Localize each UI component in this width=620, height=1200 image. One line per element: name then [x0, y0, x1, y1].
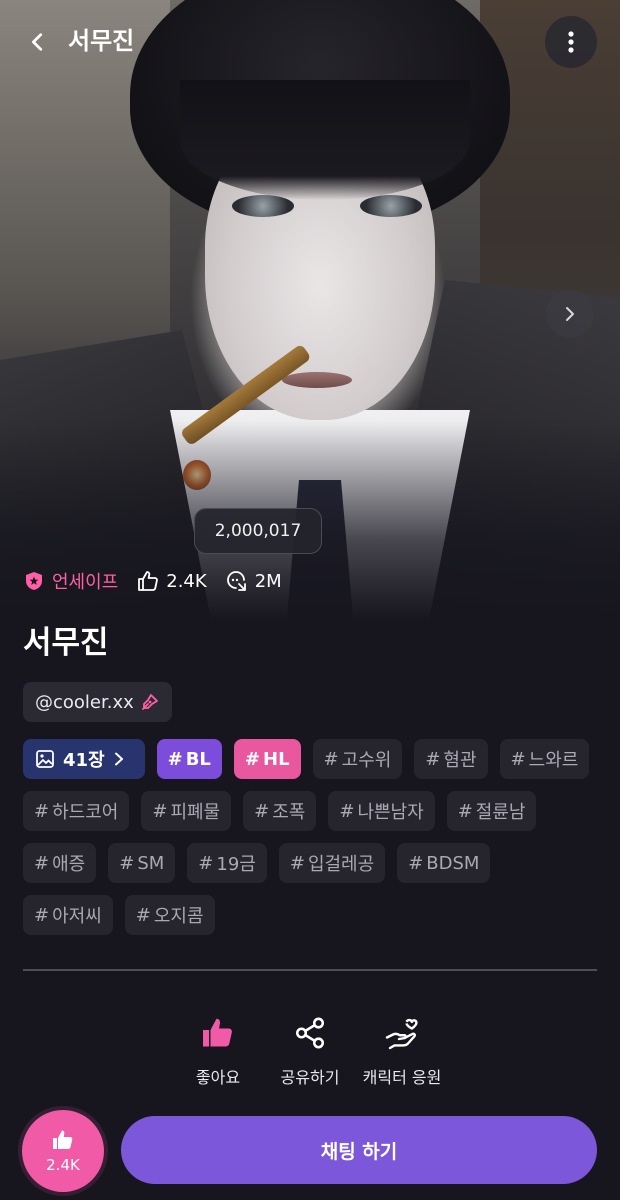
start-chat-button[interactable]: 채팅 하기 — [121, 1116, 597, 1184]
tag-item[interactable]: # 고수위 — [312, 739, 403, 779]
chevron-right-icon — [566, 307, 574, 321]
share-label: 공유하기 — [280, 1068, 340, 1087]
tag-label: HL — [263, 748, 290, 770]
tag-item[interactable]: # 오지콤 — [124, 895, 215, 935]
like-label: 좋아요 — [195, 1068, 241, 1087]
tag-list: 41장 # BL # HL # 고수위 # 혐관 # 느와르 # 하드코어 # 피폐물 # 조폭… — [23, 739, 603, 947]
image-count: 41장 — [63, 750, 105, 771]
chevron-right-icon — [114, 752, 123, 766]
tag-item[interactable]: # SM — [108, 843, 176, 883]
tag-label: SM — [137, 852, 165, 874]
support-label: 캐릭터 응원 — [362, 1068, 442, 1087]
section-divider — [23, 969, 597, 971]
tag-item[interactable]: # 절륜남 — [446, 791, 537, 831]
support-action-button[interactable]: 캐릭터 응원 — [347, 1012, 457, 1088]
next-image-button[interactable] — [546, 290, 594, 338]
more-vertical-icon — [568, 31, 574, 53]
tag-label: 느와르 — [528, 750, 579, 771]
page-title: 서무진 — [68, 27, 135, 55]
thumbs-up-outline-icon — [138, 571, 159, 591]
chevron-left-icon — [32, 33, 43, 51]
like-floating-count: 2.4K — [46, 1156, 80, 1174]
image-icon — [36, 750, 54, 768]
view-counter: 2,000,017 — [194, 508, 322, 554]
tag-label: 혐관 — [443, 750, 477, 771]
pen-nib-icon — [141, 694, 158, 710]
tag-label: 19금 — [216, 854, 256, 875]
hero-mouth — [282, 372, 352, 388]
tag-item[interactable]: # 아저씨 — [23, 895, 113, 935]
stats-row: 언세이프 2.4K 2M — [24, 566, 300, 596]
tag-label: 애증 — [52, 854, 86, 875]
tag-label: 나쁜남자 — [357, 802, 424, 823]
tag-hl[interactable]: # HL — [233, 739, 301, 779]
tag-label: 피폐물 — [170, 802, 221, 823]
hand-heart-icon — [385, 1018, 418, 1050]
chats-count: 2M — [254, 570, 282, 592]
thumbs-up-filled-icon — [53, 1130, 73, 1149]
tag-item[interactable]: # 느와르 — [499, 739, 590, 779]
tag-label: 절륜남 — [475, 802, 526, 823]
tag-item[interactable]: # BDSM — [397, 843, 491, 883]
creator-handle: @cooler.xx — [35, 691, 134, 713]
character-name: 서무진 — [23, 625, 109, 661]
creator-chip[interactable]: @cooler.xx — [23, 682, 172, 722]
more-options-button[interactable] — [545, 16, 597, 68]
hero-eye — [232, 195, 294, 217]
tag-item[interactable]: # 입걸레공 — [278, 843, 386, 883]
hero-fringe — [180, 80, 470, 200]
like-floating-button[interactable]: 2.4K — [22, 1110, 104, 1192]
tag-item[interactable]: # 조폭 — [243, 791, 317, 831]
tag-item[interactable]: # 나쁜남자 — [328, 791, 435, 831]
tag-item[interactable]: # 혐관 — [414, 739, 488, 779]
tag-item[interactable]: # 애증 — [23, 843, 97, 883]
image-gallery-button[interactable]: 41장 — [23, 739, 145, 779]
chat-refresh-icon — [226, 571, 246, 591]
tag-label: BDSM — [426, 852, 480, 874]
tag-label: 아저씨 — [52, 906, 102, 927]
share-icon — [295, 1017, 325, 1049]
tag-bl[interactable]: # BL — [156, 739, 222, 779]
rating-label: 언세이프 — [52, 572, 119, 593]
tag-label: 오지콤 — [153, 906, 204, 927]
thumbs-up-filled-icon — [203, 1018, 232, 1047]
rating-badge: 언세이프 — [24, 568, 118, 594]
tag-item[interactable]: # 피폐물 — [141, 791, 232, 831]
tag-item[interactable]: # 하드코어 — [23, 791, 130, 831]
tag-label: 고수위 — [341, 750, 392, 771]
back-button[interactable] — [22, 26, 54, 58]
tag-item[interactable]: #19금 — [187, 843, 267, 883]
likes-count: 2.4K — [166, 570, 207, 592]
chats-stat: 2M — [225, 569, 282, 593]
unsafe-shield-icon — [26, 572, 42, 590]
tag-label: 하드코어 — [52, 802, 119, 823]
likes-stat: 2.4K — [136, 569, 207, 593]
tag-label: 조폭 — [272, 802, 306, 823]
tag-label: 입걸레공 — [307, 854, 375, 875]
tag-label: BL — [185, 748, 211, 770]
hero-eye — [360, 195, 422, 217]
